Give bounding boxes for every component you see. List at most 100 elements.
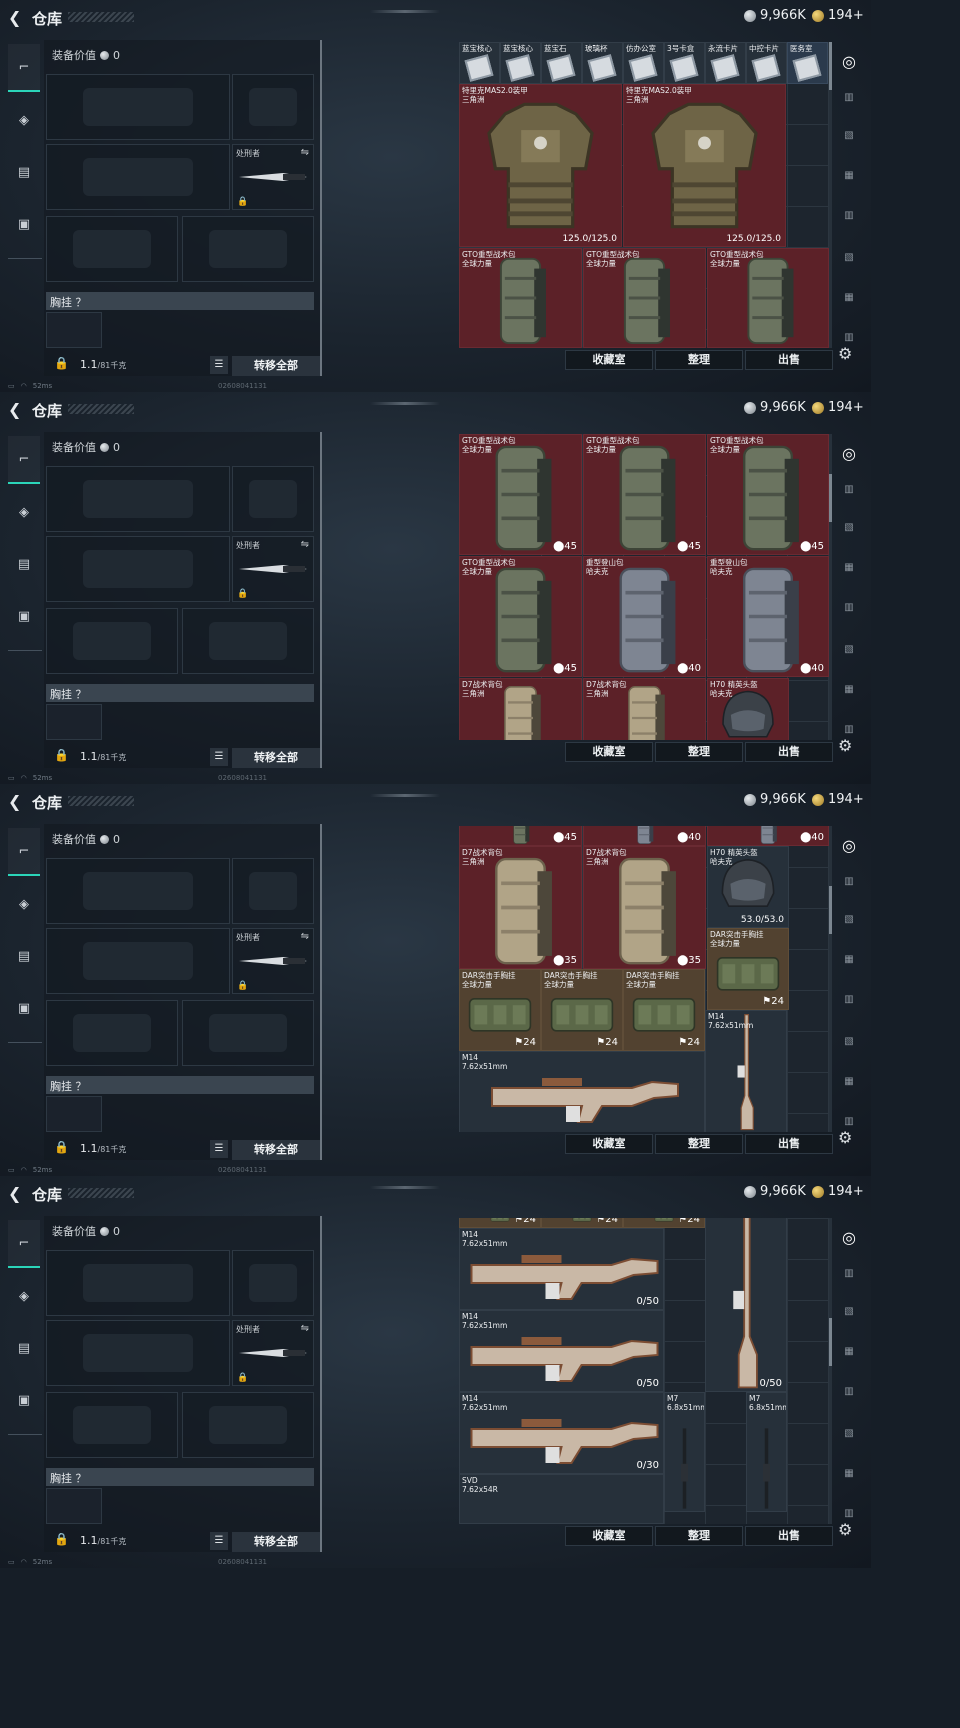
move-all-button[interactable]: 转移全部	[232, 748, 320, 768]
chest-rig-header[interactable]: 胸挂 ？	[46, 292, 314, 310]
pistol-slot[interactable]	[232, 74, 314, 140]
stash-item[interactable]: DAR突击手胸挂 全球力量 ⚑24	[707, 928, 789, 1010]
sidebar-button-2[interactable]: ▧	[835, 522, 863, 546]
gear-icon[interactable]: ⚙	[838, 1520, 852, 1539]
secondary-weapon-slot[interactable]	[46, 144, 230, 210]
sidebar-button-0[interactable]: ◎	[835, 444, 863, 468]
tab-briefcase[interactable]: ▣	[8, 200, 40, 248]
move-all-button[interactable]: 转移全部	[232, 1532, 320, 1552]
tab-pistol[interactable]: ⌐	[8, 828, 40, 876]
scrollbar-thumb[interactable]	[829, 474, 832, 522]
gold-currency[interactable]: 194+	[812, 8, 864, 23]
chest-rig-header[interactable]: 胸挂 ？	[46, 1076, 314, 1094]
favorites-button[interactable]: 收藏室	[565, 350, 653, 370]
stash-item[interactable]: 重型登山包 哈夫克 ⬤40	[583, 556, 706, 677]
tab-vest[interactable]: ▤	[8, 1324, 40, 1372]
primary-weapon-slot[interactable]	[46, 858, 230, 924]
armor-slot[interactable]	[182, 216, 314, 282]
stash-item[interactable]: ⬤40	[707, 826, 829, 846]
keycard-item[interactable]: 永流卡片	[705, 42, 746, 84]
sort-button[interactable]: 整理	[655, 742, 743, 762]
move-all-button[interactable]: 转移全部	[232, 1140, 320, 1160]
stash-item[interactable]: M14 7.62x51mm 0/30	[459, 1392, 664, 1474]
stash-item[interactable]: ⚑24	[541, 1218, 623, 1228]
swap-icon[interactable]: ⇋	[301, 931, 309, 942]
sell-button[interactable]: 出售	[745, 1526, 833, 1546]
favorites-button[interactable]: 收藏室	[565, 1526, 653, 1546]
swap-icon[interactable]: ⇋	[301, 1323, 309, 1334]
sidebar-button-3[interactable]: ▦	[835, 1346, 863, 1370]
stash-item[interactable]: DAR突击手胸挂 全球力量 ⚑24	[623, 969, 705, 1051]
tab-pistol[interactable]: ⌐	[8, 44, 40, 92]
sidebar-button-4[interactable]: ▥	[835, 994, 863, 1018]
sidebar-button-1[interactable]: ▥	[835, 484, 863, 508]
sidebar-button-5[interactable]: ▧	[835, 252, 863, 276]
stash-item[interactable]: M7 6.8x51mm	[746, 1392, 787, 1512]
sidebar-button-0[interactable]: ◎	[835, 1228, 863, 1252]
tab-helmet[interactable]: ◈	[8, 488, 40, 536]
pistol-slot[interactable]	[232, 466, 314, 532]
stash-item[interactable]: GTO重型战术包 全球力量 ⬤45	[583, 434, 706, 555]
sort-button[interactable]: 整理	[655, 350, 743, 370]
stash-item[interactable]: GTO重型战术包 全球力量	[459, 248, 582, 348]
primary-weapon-slot[interactable]	[46, 1250, 230, 1316]
tab-briefcase[interactable]: ▣	[8, 984, 40, 1032]
sidebar-button-3[interactable]: ▦	[835, 562, 863, 586]
stash-item[interactable]: ⬤40	[583, 826, 706, 846]
primary-weapon-slot[interactable]	[46, 466, 230, 532]
helmet-slot[interactable]	[46, 1000, 178, 1066]
sort-button[interactable]: 整理	[655, 1134, 743, 1154]
sidebar-button-6[interactable]: ▦	[835, 684, 863, 708]
gold-currency[interactable]: 194+	[812, 792, 864, 807]
sidebar-button-2[interactable]: ▧	[835, 1306, 863, 1330]
stash-item[interactable]: GTO重型战术包 全球力量	[707, 248, 829, 348]
list-view-button[interactable]: ☰	[210, 1140, 228, 1158]
scrollbar[interactable]	[829, 826, 832, 1132]
chest-rig-slot[interactable]	[46, 704, 102, 740]
sell-button[interactable]: 出售	[745, 742, 833, 762]
tab-vest[interactable]: ▤	[8, 148, 40, 196]
scrollbar[interactable]	[829, 434, 832, 740]
stash-item[interactable]: H70 精英头盔 哈夫克 53.0/53.0	[707, 846, 789, 928]
armor-slot[interactable]	[182, 608, 314, 674]
pistol-slot[interactable]	[232, 858, 314, 924]
stash-item[interactable]: 特里克MAS2.0装甲 三角洲 125.0/125.0	[623, 84, 786, 247]
stash-item[interactable]: M14 7.62x51mm	[705, 1010, 787, 1132]
chest-rig-header[interactable]: 胸挂 ？	[46, 684, 314, 702]
stash-item[interactable]: M7 6.8x51mm	[664, 1392, 705, 1512]
stash-item[interactable]: 特里克MAS2.0装甲 三角洲 125.0/125.0	[459, 84, 622, 247]
stash-item[interactable]: ⚑24	[459, 1218, 541, 1228]
stash-item[interactable]: GTO重型战术包 全球力量	[583, 248, 706, 348]
scrollbar-thumb[interactable]	[829, 886, 832, 934]
stash-item[interactable]: DAR突击手胸挂 全球力量 ⚑24	[541, 969, 623, 1051]
stash-item[interactable]: 7.62x51mm 0/50	[705, 1218, 787, 1392]
sidebar-button-4[interactable]: ▥	[835, 210, 863, 234]
armor-slot[interactable]	[182, 1392, 314, 1458]
gear-icon[interactable]: ⚙	[838, 344, 852, 363]
armor-slot[interactable]	[182, 1000, 314, 1066]
keycard-item[interactable]: 3号卡盒	[664, 42, 705, 84]
gold-currency[interactable]: 194+	[812, 1184, 864, 1199]
keycard-item[interactable]: 医务室	[787, 42, 828, 84]
stash-item[interactable]: M14 7.62x51mm 0/50	[459, 1228, 664, 1310]
favorites-button[interactable]: 收藏室	[565, 1134, 653, 1154]
stash-item[interactable]: D7战术背包 三角洲	[459, 678, 582, 740]
gold-currency[interactable]: 194+	[812, 400, 864, 415]
stash-item[interactable]: GTO重型战术包 全球力量 ⬤45	[707, 434, 829, 555]
sidebar-button-5[interactable]: ▧	[835, 644, 863, 668]
list-view-button[interactable]: ☰	[210, 1532, 228, 1550]
sidebar-button-4[interactable]: ▥	[835, 1386, 863, 1410]
tab-helmet[interactable]: ◈	[8, 1272, 40, 1320]
stash-item[interactable]: 重型登山包 哈夫克 ⬤40	[707, 556, 829, 677]
sell-button[interactable]: 出售	[745, 350, 833, 370]
stash-item[interactable]: ⬤45	[459, 826, 582, 846]
favorites-button[interactable]: 收藏室	[565, 742, 653, 762]
stash-item[interactable]: D7战术背包 三角洲	[583, 678, 706, 740]
tab-briefcase[interactable]: ▣	[8, 1376, 40, 1424]
sidebar-button-3[interactable]: ▦	[835, 954, 863, 978]
primary-weapon-slot[interactable]	[46, 74, 230, 140]
tab-pistol[interactable]: ⌐	[8, 436, 40, 484]
sidebar-button-1[interactable]: ▥	[835, 1268, 863, 1292]
back-arrow-icon[interactable]: ❮	[8, 792, 21, 811]
sidebar-button-3[interactable]: ▦	[835, 170, 863, 194]
